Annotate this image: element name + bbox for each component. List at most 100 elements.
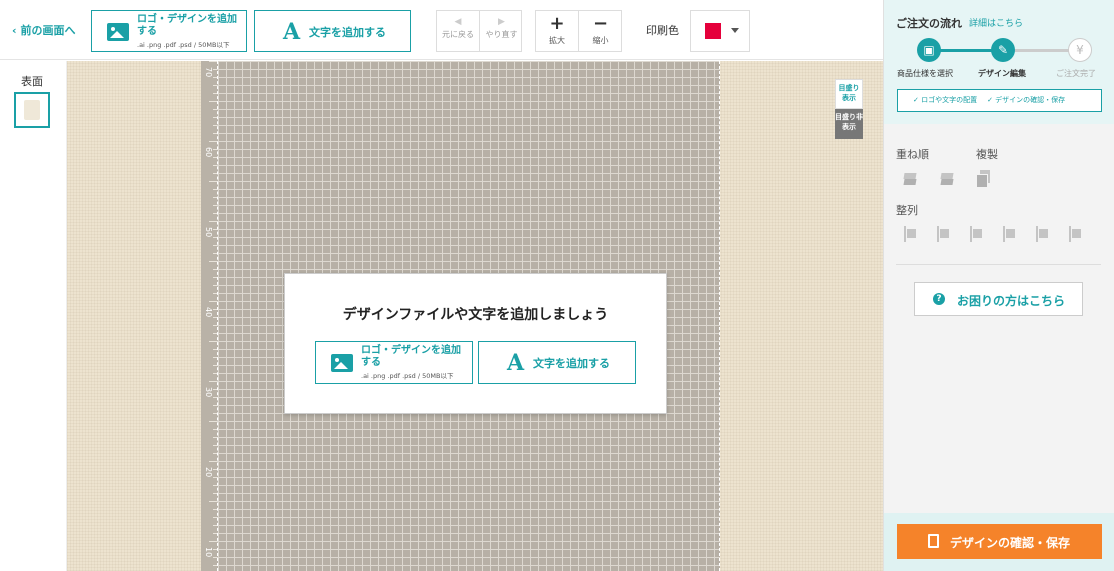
ruler-mark	[209, 101, 217, 102]
plus-icon: +	[549, 13, 565, 34]
ruler-tick-label: 40	[204, 307, 213, 318]
divider	[896, 264, 1101, 265]
front-thumbnail[interactable]	[14, 92, 50, 128]
ruler-mark	[209, 341, 217, 342]
align-middle-icon[interactable]	[1036, 226, 1052, 242]
gift-icon: ▣	[917, 38, 941, 62]
help-button[interactable]: ? お困りの方はこちら	[914, 282, 1083, 316]
add-logo-label: ロゴ・デザインを追加する	[137, 14, 237, 37]
print-color-select[interactable]	[690, 10, 750, 52]
bring-forward-icon[interactable]	[902, 170, 918, 186]
step-2-label: デザイン編集	[978, 69, 1026, 78]
ruler-tick-label: 60	[204, 147, 213, 158]
ruler-mark	[209, 61, 217, 62]
ruler-mark	[209, 301, 217, 302]
grid-on-button[interactable]: 目盛り表示	[835, 79, 863, 109]
undo-icon: ◀	[454, 17, 462, 27]
yen-icon: ¥	[1068, 38, 1092, 62]
order-flow: ご注文の流れ 詳細はこちら ▣ ✎ ¥ 商品仕様を選択 デザイン編集 ご注文完了…	[884, 0, 1114, 124]
prompt-add-text-label: 文字を追加する	[533, 357, 610, 370]
pencil-icon: ✎	[991, 38, 1015, 62]
step-3-label: ご注文完了	[1056, 69, 1096, 78]
sub-step-2: ✓ デザインの確認・保存	[987, 96, 1066, 104]
redo-icon: ▶	[498, 17, 505, 27]
document-icon	[928, 534, 939, 548]
print-color-label: 印刷色	[646, 24, 679, 37]
back-link[interactable]: ‹ 前の画面へ	[12, 22, 76, 38]
left-panel: 表面	[0, 61, 67, 571]
ruler-mark	[209, 381, 217, 382]
align-bottom-icon[interactable]	[1069, 226, 1085, 242]
ruler-mark	[209, 221, 217, 222]
layer-tools	[902, 170, 1013, 188]
zoom-out-button[interactable]: − 縮小	[579, 11, 622, 51]
ruler-tick-label: 10	[204, 547, 213, 558]
prompt-title: デザインファイルや文字を追加しましょう	[342, 307, 609, 323]
flow-details-link[interactable]: 詳細はこちら	[969, 16, 1023, 29]
right-panel: ご注文の流れ 詳細はこちら ▣ ✎ ¥ 商品仕様を選択 デザイン編集 ご注文完了…	[883, 0, 1114, 571]
ruler-mark	[209, 421, 217, 422]
ruler-mark	[209, 541, 217, 542]
help-label: お困りの方はこちら	[957, 294, 1066, 308]
confirm-save-button[interactable]: デザインの確認・保存	[897, 524, 1102, 559]
align-left-icon[interactable]	[904, 226, 920, 242]
ruler-mark	[209, 261, 217, 262]
confirm-save-label: デザインの確認・保存	[950, 536, 1071, 550]
zoom-group: + 拡大 − 縮小	[535, 10, 622, 52]
ruler-mark	[209, 461, 217, 462]
history-group: ◀ 元に戻る ▶ やり直す	[436, 10, 522, 52]
back-label: 前の画面へ	[20, 24, 76, 37]
zoom-in-button[interactable]: + 拡大	[536, 11, 579, 51]
align-top-icon[interactable]	[1003, 226, 1019, 242]
ruler-tick-label: 70	[204, 67, 213, 78]
ruler-mark	[209, 141, 217, 142]
text-icon: A	[283, 19, 301, 45]
grid-toggle: 目盛り表示 目盛り非表示	[835, 79, 863, 139]
redo-button[interactable]: ▶ やり直す	[480, 11, 523, 51]
text-icon: A	[507, 350, 525, 376]
prompt-add-logo-button[interactable]: ロゴ・デザインを追加する .ai .png .pdf .psd / 50MB以下	[315, 341, 473, 384]
ruler-tick-label: 20	[204, 467, 213, 478]
vertical-ruler: 70 60 50 40 30 20 10	[201, 61, 217, 571]
question-icon: ?	[933, 293, 945, 305]
image-icon	[107, 23, 129, 41]
align-right-icon[interactable]	[970, 226, 986, 242]
save-bar: デザインの確認・保存	[884, 513, 1114, 571]
step-1-label: 商品仕様を選択	[897, 69, 953, 78]
align-label: 整列	[896, 204, 918, 217]
add-design-prompt: デザインファイルや文字を追加しましょう ロゴ・デザインを追加する .ai .pn…	[284, 273, 667, 414]
align-tools	[904, 226, 1102, 242]
undo-label: 元に戻る	[442, 30, 474, 39]
layer-order-label: 重ね順	[896, 148, 929, 161]
ruler-mark	[209, 181, 217, 182]
zoom-in-label: 拡大	[549, 36, 565, 45]
color-swatch	[705, 23, 721, 39]
prompt-add-text-button[interactable]: A 文字を追加する	[478, 341, 636, 384]
duplicate-label: 複製	[976, 148, 998, 161]
grid-off-button[interactable]: 目盛り非表示	[835, 109, 863, 139]
face-label: 表面	[21, 75, 43, 88]
image-icon	[331, 354, 353, 372]
duplicate-icon[interactable]	[976, 170, 992, 188]
sub-steps: ✓ ロゴや文字の配置 ✓ デザインの確認・保存	[897, 89, 1102, 112]
add-text-label: 文字を追加する	[309, 26, 386, 39]
send-backward-icon[interactable]	[939, 170, 955, 186]
ruler-tick-label: 50	[204, 227, 213, 238]
flow-title: ご注文の流れ	[896, 17, 962, 30]
sub-step-1: ✓ ロゴや文字の配置	[913, 96, 978, 104]
prompt-add-logo-label: ロゴ・デザインを追加する	[361, 345, 461, 368]
tote-bag-icon	[24, 100, 40, 120]
file-format-note: .ai .png .pdf .psd / 50MB以下	[137, 41, 230, 49]
ruler-mark	[209, 501, 217, 502]
chevron-left-icon: ‹	[12, 24, 17, 37]
add-logo-button[interactable]: ロゴ・デザインを追加する .ai .png .pdf .psd / 50MB以下	[91, 10, 247, 52]
zoom-out-label: 縮小	[592, 36, 609, 45]
dropdown-arrow-icon	[731, 28, 739, 33]
add-text-button[interactable]: A 文字を追加する	[254, 10, 411, 52]
design-canvas[interactable]: 70 60 50 40 30 20 10 目盛り表示 目盛り非表示 デザインファイルや文字を…	[67, 61, 883, 571]
top-toolbar: ‹ 前の画面へ ロゴ・デザインを追加する .ai .png .pdf .psd /…	[0, 0, 883, 60]
undo-button[interactable]: ◀ 元に戻る	[437, 11, 480, 51]
align-center-icon[interactable]	[937, 226, 953, 242]
redo-label: やり直す	[485, 30, 518, 39]
minus-icon: −	[592, 13, 609, 34]
